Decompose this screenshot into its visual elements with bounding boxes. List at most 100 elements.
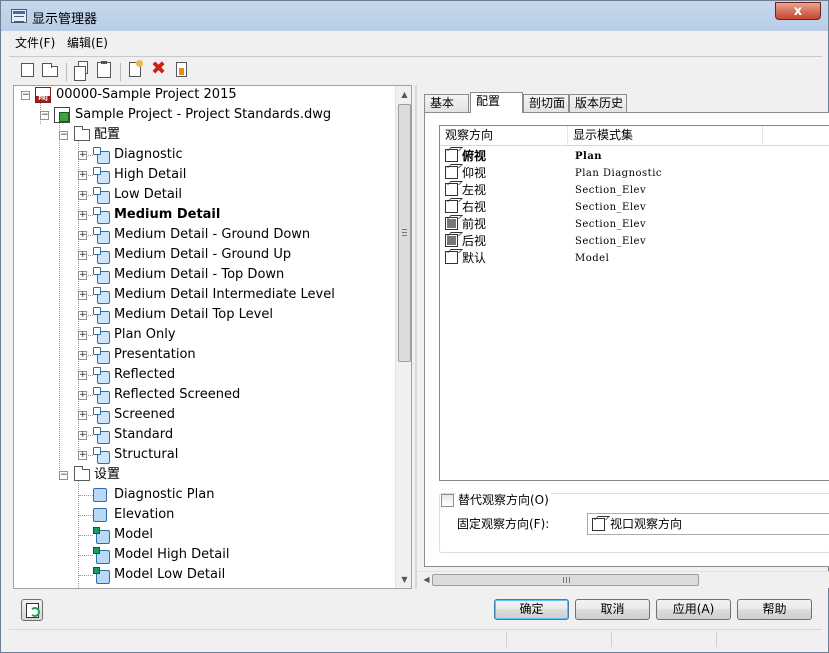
view-display-set[interactable]: Section_Elev [575, 233, 646, 250]
view-name: 前视 [462, 217, 487, 231]
tree-set-item[interactable]: Elevation [14, 506, 394, 526]
tree-set-item[interactable]: Model Low Detail [14, 566, 394, 586]
delete-button[interactable]: ✖ [150, 59, 170, 79]
expand-icon[interactable]: + [78, 211, 87, 220]
collapse-icon[interactable]: − [59, 471, 68, 480]
tree-config-item[interactable]: + Screened [14, 406, 394, 426]
expand-icon[interactable]: + [78, 291, 87, 300]
expand-icon[interactable]: + [78, 391, 87, 400]
expand-icon[interactable]: + [78, 451, 87, 460]
view-row[interactable]: 右视 Section_Elev [440, 199, 829, 216]
view-display-set[interactable]: Plan Diagnostic [575, 165, 662, 182]
expand-icon[interactable]: + [78, 251, 87, 260]
tree-config-item[interactable]: + Medium Detail Top Level [14, 306, 394, 326]
view-display-set[interactable]: Plan [575, 148, 602, 165]
view-row[interactable]: 左视 Section_Elev [440, 182, 829, 199]
tree-connector [79, 555, 93, 556]
display-config-icon [93, 287, 110, 304]
display-config-icon [93, 187, 110, 204]
pane-splitter[interactable] [415, 85, 417, 589]
collapse-icon[interactable]: − [40, 111, 49, 120]
override-checkbox[interactable] [441, 494, 454, 507]
tree-config-item[interactable]: + Medium Detail - Top Down [14, 266, 394, 286]
tab-basic[interactable]: 基本 [424, 94, 469, 113]
view-row[interactable]: 仰视 Plan Diagnostic [440, 165, 829, 182]
menu-file[interactable]: 文件(F) [15, 34, 55, 51]
tree-config-item[interactable]: + Medium Detail [14, 206, 394, 226]
expand-icon[interactable]: + [78, 331, 87, 340]
apply-button[interactable]: 应用(A) [656, 599, 731, 620]
tree-config-item[interactable]: + Low Detail [14, 186, 394, 206]
tree-config-item[interactable]: + Reflected Screened [14, 386, 394, 406]
expand-icon[interactable]: + [78, 151, 87, 160]
view-row[interactable]: 前视 Section_Elev [440, 216, 829, 233]
toolbar: ✖ [9, 56, 822, 83]
fixed-view-select[interactable]: 视口观察方向 [587, 513, 829, 535]
collapse-icon[interactable]: − [59, 131, 68, 140]
view-row[interactable]: 后视 Section_Elev [440, 233, 829, 250]
scroll-down-arrow-icon[interactable]: ▼ [396, 571, 411, 588]
tab-section[interactable]: 剖切面 [523, 94, 569, 113]
view-name: 俯视 [462, 149, 487, 163]
drawing-icon [54, 107, 70, 123]
tree-config-item[interactable]: + Standard [14, 426, 394, 446]
tree-config-item[interactable]: + Presentation [14, 346, 394, 366]
tree-root[interactable]: − 00000-Sample Project 2015 [14, 86, 394, 106]
column-header-set[interactable]: 显示模式集 [568, 126, 763, 145]
open-button[interactable] [41, 61, 61, 79]
view-row[interactable]: 俯视 Plan [440, 148, 829, 165]
refresh-icon[interactable] [21, 599, 43, 621]
horizontal-scrollbar[interactable]: ◀ [418, 571, 829, 588]
tree-config-item[interactable]: + Reflected [14, 366, 394, 386]
tree-config-item[interactable]: + Medium Detail - Ground Down [14, 226, 394, 246]
new-button[interactable] [19, 61, 39, 79]
scroll-thumb[interactable] [398, 104, 411, 362]
view-display-set[interactable]: Section_Elev [575, 216, 646, 233]
tab-version-history[interactable]: 版本历史 [569, 94, 627, 113]
new-item-button[interactable] [126, 60, 146, 79]
tree-folder-sets[interactable]: − 设置 [14, 466, 394, 486]
expand-icon[interactable]: + [78, 171, 87, 180]
view-direction-list: 观察方向 显示模式集 俯视 Plan 仰视 Plan Diagnostic 左视 Sect… [439, 125, 829, 481]
tree-drawing[interactable]: − Sample Project - Project Standards.dwg [14, 106, 394, 126]
scroll-up-arrow-icon[interactable]: ▲ [396, 86, 411, 103]
expand-icon[interactable]: + [78, 271, 87, 280]
tree-config-item[interactable]: + Diagnostic [14, 146, 394, 166]
view-display-set[interactable]: Section_Elev [575, 182, 646, 199]
expand-icon[interactable]: + [78, 371, 87, 380]
ok-button[interactable]: 确定 [494, 599, 569, 620]
display-config-icon [93, 167, 110, 184]
tree-config-item[interactable]: + Structural [14, 446, 394, 466]
column-header-view[interactable]: 观察方向 [440, 126, 568, 145]
view-row[interactable]: 默认 Model [440, 250, 829, 267]
collapse-icon[interactable]: − [21, 91, 30, 100]
expand-icon[interactable]: + [78, 231, 87, 240]
cancel-button[interactable]: 取消 [575, 599, 650, 620]
tree-folder-configs[interactable]: − 配置 [14, 126, 394, 146]
paste-button[interactable] [95, 61, 115, 79]
tree-config-item[interactable]: + Medium Detail Intermediate Level [14, 286, 394, 306]
tree-set-item[interactable]: Diagnostic Plan [14, 486, 394, 506]
expand-icon[interactable]: + [78, 191, 87, 200]
tab-config[interactable]: 配置 [470, 92, 523, 113]
expand-icon[interactable]: + [78, 411, 87, 420]
purge-button[interactable] [172, 61, 192, 79]
view-display-set[interactable]: Model [575, 250, 609, 267]
menu-edit[interactable]: 编辑(E) [67, 34, 108, 51]
tree-set-item[interactable]: Model High Detail [14, 546, 394, 566]
view-display-set[interactable]: Section_Elev [575, 199, 646, 216]
copy-button[interactable] [73, 61, 93, 81]
tree-vertical-scrollbar[interactable]: ▲ ▼ [395, 86, 411, 588]
close-button[interactable]: x [775, 2, 821, 20]
help-button[interactable]: 帮助 [737, 599, 812, 620]
expand-icon[interactable]: + [78, 431, 87, 440]
expand-icon[interactable]: + [78, 311, 87, 320]
expand-icon[interactable]: + [78, 351, 87, 360]
tree-config-item[interactable]: + Plan Only [14, 326, 394, 346]
tree-set-item[interactable]: Model [14, 526, 394, 546]
tree-config-item[interactable]: + High Detail [14, 166, 394, 186]
view-name: 左视 [462, 183, 487, 197]
scroll-thumb[interactable] [432, 574, 699, 586]
status-divider [716, 632, 717, 647]
tree-config-item[interactable]: + Medium Detail - Ground Up [14, 246, 394, 266]
